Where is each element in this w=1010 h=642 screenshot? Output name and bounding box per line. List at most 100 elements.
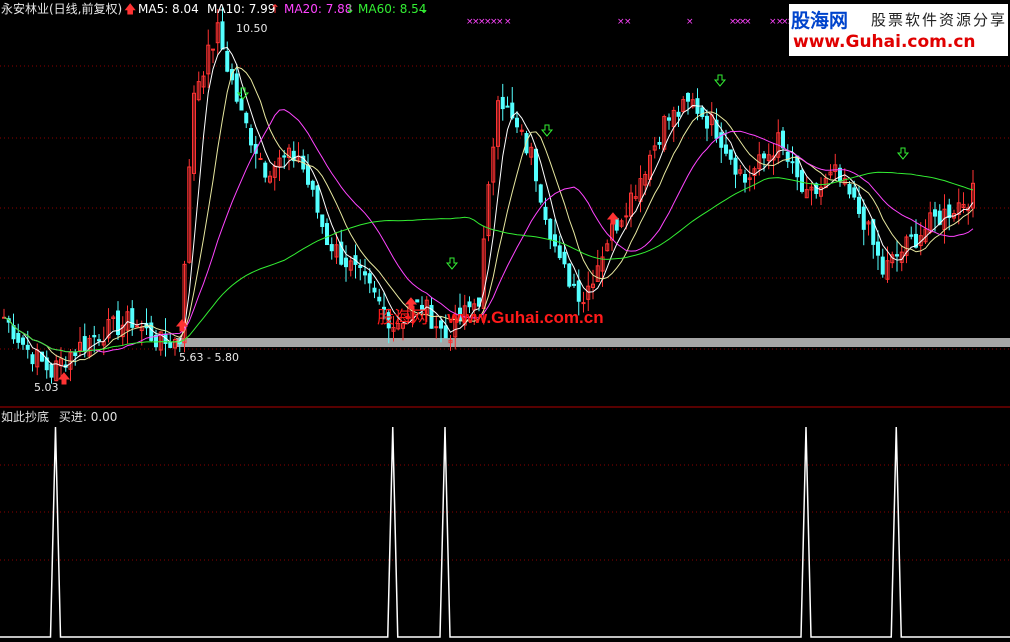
candle-body [315,185,320,213]
candle-body [82,336,87,352]
ma5-arrow-icon: 🡅 [124,2,137,16]
candle-body [92,334,97,338]
candle-body [363,271,367,276]
candle-body [515,117,519,128]
candle-body [344,257,348,268]
candle-body [676,111,681,117]
ma60-legend: MA60: 8.54 [358,2,427,16]
signal-x-marker: × [504,17,512,27]
candle-body [30,354,35,365]
candle-body [244,112,249,124]
candle-body [686,92,690,102]
sell-arrow-icon [896,147,910,160]
watermark-banner: 股海网 股票软件资源分享 www.Guhai.com.cn [789,4,1008,56]
signal-x-marker: × [686,17,694,27]
watermark-tagline: 股票软件资源分享 [871,11,1008,29]
candle-body [220,21,225,50]
candle-body [500,96,505,110]
candle-body [258,158,263,161]
candle-body [847,183,852,195]
candle-body [97,339,101,342]
candle-body [762,153,766,159]
candle-body [790,161,795,164]
candle-body [861,206,866,230]
candle-body [135,325,139,328]
candle-body [25,344,30,350]
stock-title: 永安林业(日线,前复权) [1,2,123,16]
candle-body [562,251,567,265]
candle-body [49,363,54,378]
candle-body [168,341,173,348]
candle-body [700,107,705,117]
candle-body [130,308,135,328]
candle-body [239,98,244,111]
indicator-value: 买进: 0.00 [58,410,118,424]
candle-body [377,296,382,302]
candle-body [306,164,310,185]
candle-body [73,352,78,357]
candle-body [572,283,576,286]
ma10-legend: MA10: 7.99 [207,2,276,16]
band-range-label: 5.63 - 5.80 [179,351,239,364]
ma5-legend: MA5: 8.04 [138,2,199,16]
candle-body [415,299,420,303]
candle-body [225,50,230,72]
candle-body [852,187,857,198]
buy-signal-line [0,426,1010,638]
candle-body [249,128,253,146]
candle-body [724,144,728,154]
candle-body [557,245,562,259]
signal-x-marker: × [744,17,752,27]
center-watermark: 股海网 www.Guhai.com.cn [377,303,604,328]
candle-body [211,48,215,51]
price-band [176,338,1010,347]
candle-body [505,105,510,108]
candle-body [358,265,363,268]
candle-body [880,256,885,275]
candle-body [534,148,538,182]
high-price-label: 10.50 [236,22,268,35]
candle-body [320,214,325,227]
candle-body [310,180,315,190]
candle-body [624,215,629,218]
candle-body [657,141,662,145]
candle-body [234,73,239,102]
candle-body [781,130,785,149]
candle-body [543,206,548,220]
candle-body [282,155,287,158]
watermark-url: www.Guhai.com.cn [793,32,976,52]
candle-body [667,117,671,121]
sell-arrow-icon [445,257,459,270]
candle-body [705,115,709,129]
signal-x-marker: × [496,17,504,27]
candle-body [895,254,899,257]
center-watermark-url: www.Guhai.com.cn [447,308,604,327]
candle-body [728,149,733,160]
candle-body [263,162,268,178]
indicator-header: 如此抄底 买进: 0.00 [1,408,117,425]
chart-stage: 10.505.035.63 - 5.80×××××××××××××××××× 永… [0,0,1010,642]
candle-body [548,218,553,240]
signal-x-marker: × [624,17,632,27]
candle-body [538,184,543,203]
candle-body [367,273,372,284]
candle-body [567,263,572,287]
candle-body [909,234,914,237]
candle-body [325,223,329,246]
sell-arrow-icon [540,124,554,137]
center-watermark-logo: 股海网 [377,308,428,328]
candle-body [933,209,937,217]
candle-body [733,157,738,175]
candle-body [372,287,377,293]
candle-body [614,217,619,231]
candle-body [800,170,804,192]
low-price-label: 5.03 [34,381,59,394]
candle-body [876,241,880,256]
candle-body [329,244,334,252]
candle-body [21,337,25,345]
ma10-arrow-icon: ↑ [270,2,281,16]
candle-body [857,196,861,214]
candle-body [16,332,21,343]
sell-arrow-icon [713,74,727,87]
ma20-legend: MA20: 7.88 [284,2,353,16]
